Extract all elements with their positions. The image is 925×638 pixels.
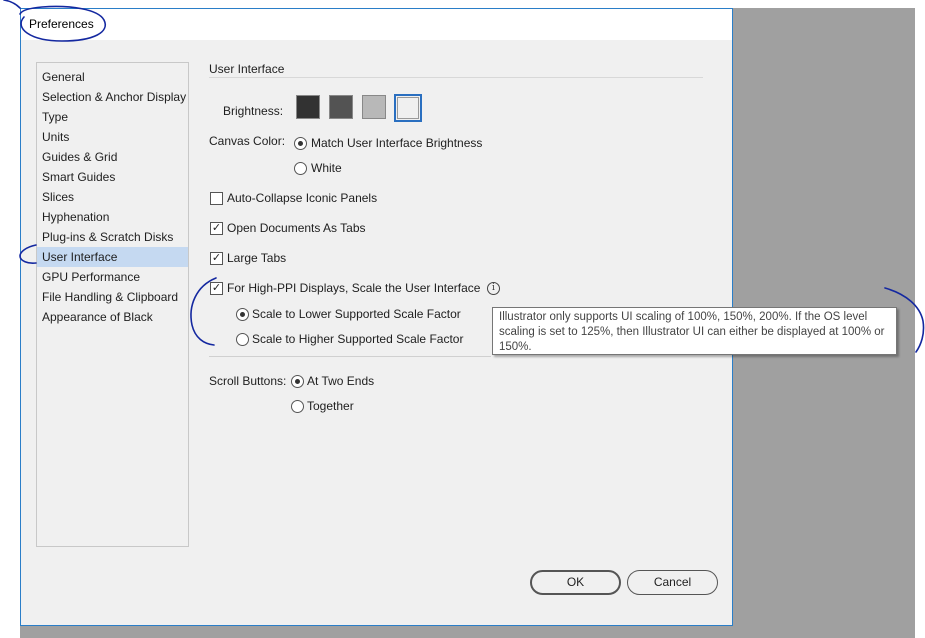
open-as-tabs-label[interactable]: Open Documents As Tabs <box>227 221 366 235</box>
high-ppi-checkbox[interactable]: ✓ <box>210 282 223 295</box>
scroll-together-radio[interactable] <box>291 400 304 413</box>
section-divider <box>209 77 703 78</box>
brightness-swatch-light[interactable] <box>394 94 422 122</box>
canvas-color-white-radio[interactable] <box>294 162 307 175</box>
scale-lower-label[interactable]: Scale to Lower Supported Scale Factor <box>252 307 461 321</box>
canvas-color-match-label[interactable]: Match User Interface Brightness <box>311 136 482 150</box>
sidebar-item-general[interactable]: General <box>37 67 188 87</box>
category-list: General Selection & Anchor Display Type … <box>36 62 189 547</box>
sidebar-item-slices[interactable]: Slices <box>37 187 188 207</box>
sidebar-item-file-handling-clipboard[interactable]: File Handling & Clipboard <box>37 287 188 307</box>
cancel-button[interactable]: Cancel <box>627 570 718 595</box>
section-divider-lower <box>209 356 491 357</box>
sidebar-item-smart-guides[interactable]: Smart Guides <box>37 167 188 187</box>
title-bar[interactable]: Preferences <box>21 9 732 40</box>
brightness-swatch-medium-light[interactable] <box>362 95 386 119</box>
section-title: User Interface <box>209 62 285 76</box>
sidebar-item-type[interactable]: Type <box>37 107 188 127</box>
brightness-label: Brightness: <box>223 104 284 118</box>
sidebar-item-hyphenation[interactable]: Hyphenation <box>37 207 188 227</box>
canvas-color-label: Canvas Color: <box>209 134 286 148</box>
scroll-two-ends-radio[interactable] <box>291 375 304 388</box>
scale-lower-radio[interactable] <box>236 308 249 321</box>
scroll-together-label[interactable]: Together <box>307 399 354 413</box>
canvas-color-white-label[interactable]: White <box>311 161 342 175</box>
open-as-tabs-checkbox[interactable]: ✓ <box>210 222 223 235</box>
brightness-swatch-medium-dark[interactable] <box>329 95 353 119</box>
scroll-buttons-label: Scroll Buttons: <box>209 374 287 388</box>
background-area-bottom <box>20 624 728 638</box>
large-tabs-checkbox[interactable]: ✓ <box>210 252 223 265</box>
high-ppi-label[interactable]: For High-PPI Displays, Scale the User In… <box>227 281 480 295</box>
auto-collapse-checkbox[interactable] <box>210 192 223 205</box>
window-title: Preferences <box>29 17 94 31</box>
sidebar-item-selection-anchor-display[interactable]: Selection & Anchor Display <box>37 87 188 107</box>
large-tabs-label[interactable]: Large Tabs <box>227 251 286 265</box>
brightness-swatch-dark[interactable] <box>296 95 320 119</box>
scale-higher-radio[interactable] <box>236 333 249 346</box>
ok-button[interactable]: OK <box>530 570 621 595</box>
scale-higher-label[interactable]: Scale to Higher Supported Scale Factor <box>252 332 463 346</box>
sidebar-item-user-interface[interactable]: User Interface <box>37 247 188 267</box>
sidebar-item-guides-grid[interactable]: Guides & Grid <box>37 147 188 167</box>
annotation-top-stroke <box>3 0 21 9</box>
scale-info-tooltip: Illustrator only supports UI scaling of … <box>492 307 897 355</box>
sidebar-item-appearance-of-black[interactable]: Appearance of Black <box>37 307 188 327</box>
sidebar-item-units[interactable]: Units <box>37 127 188 147</box>
info-icon[interactable]: i <box>487 282 500 295</box>
preferences-dialog: Preferences General Selection & Anchor D… <box>20 8 897 626</box>
scroll-two-ends-label[interactable]: At Two Ends <box>307 374 374 388</box>
sidebar-item-gpu-performance[interactable]: GPU Performance <box>37 267 188 287</box>
canvas-color-match-radio[interactable] <box>294 137 307 150</box>
auto-collapse-label[interactable]: Auto-Collapse Iconic Panels <box>227 191 377 205</box>
sidebar-item-plugins-scratch-disks[interactable]: Plug-ins & Scratch Disks <box>37 227 188 247</box>
